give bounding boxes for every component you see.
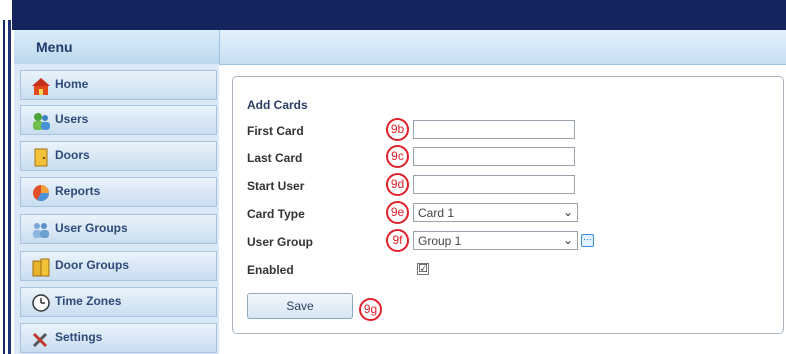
first-card-label: First Card: [247, 124, 304, 138]
enabled-checkbox[interactable]: ☑: [417, 263, 429, 275]
callout-badge: 9g: [359, 298, 382, 321]
card-type-label: Card Type: [247, 207, 305, 221]
sidebar-item-time-zones[interactable]: Time Zones: [20, 287, 217, 317]
sidebar-item-door-groups[interactable]: Door Groups: [20, 251, 217, 281]
sidebar-item-reports[interactable]: Reports: [20, 177, 217, 207]
user-groups-icon: [33, 223, 49, 238]
callout-badge: 9f: [386, 229, 409, 252]
start-user-label: Start User: [247, 179, 305, 193]
panel-title: Add Cards: [247, 98, 308, 112]
callout-badge: 9d: [386, 173, 409, 196]
sidebar-item-label: Users: [55, 112, 89, 126]
sidebar-item-label: Doors: [55, 148, 90, 162]
settings-icon: [32, 332, 48, 348]
users-icon: [33, 113, 50, 130]
callout-badge: 9c: [386, 145, 409, 168]
chevron-down-icon: ⌄: [562, 233, 573, 247]
callout-badge: 9b: [386, 118, 409, 141]
sidebar-item-label: Door Groups: [55, 258, 129, 272]
start-user-input[interactable]: [413, 175, 575, 194]
more-options-icon[interactable]: ···: [581, 234, 594, 247]
home-icon: [32, 78, 50, 95]
user-group-value: Group 1: [418, 234, 462, 248]
save-button[interactable]: Save: [247, 293, 353, 319]
sidebar-item-label: Reports: [55, 184, 101, 198]
first-card-input[interactable]: [413, 120, 575, 139]
content-header: [220, 30, 786, 65]
top-banner: [0, 0, 786, 30]
door-groups-icon: [32, 258, 50, 277]
menu-header-label: Menu: [36, 39, 73, 55]
sidebar-item-label: Time Zones: [55, 294, 122, 308]
sidebar-item-user-groups[interactable]: User Groups: [20, 214, 217, 244]
callout-badge: 9e: [386, 201, 409, 224]
menu-header: Menu: [14, 30, 220, 65]
add-cards-panel: Add Cards First Card 9b Last Card 9c Sta…: [232, 76, 784, 334]
chevron-down-icon: ⌄: [562, 205, 573, 219]
reports-icon: [33, 185, 50, 202]
user-group-select[interactable]: Group 1 ⌄: [413, 231, 578, 250]
sidebar: Home Users Doors Reports User Groups Doo…: [14, 64, 219, 354]
card-type-value: Card 1: [418, 206, 455, 220]
clock-icon: [32, 294, 50, 312]
sidebar-item-label: User Groups: [55, 221, 128, 235]
last-card-input[interactable]: [413, 147, 575, 166]
sidebar-item-label: Home: [55, 77, 89, 91]
sidebar-item-settings[interactable]: Settings: [20, 323, 217, 353]
card-type-select[interactable]: Card 1 ⌄: [413, 203, 578, 222]
user-group-label: User Group: [247, 235, 314, 249]
enabled-label: Enabled: [247, 263, 294, 277]
door-icon: [34, 148, 48, 167]
last-card-label: Last Card: [247, 151, 303, 165]
sidebar-item-home[interactable]: Home: [20, 70, 217, 100]
sidebar-item-doors[interactable]: Doors: [20, 141, 217, 171]
sidebar-item-users[interactable]: Users: [20, 105, 217, 135]
left-border: [0, 0, 12, 354]
sidebar-item-label: Settings: [55, 330, 103, 344]
